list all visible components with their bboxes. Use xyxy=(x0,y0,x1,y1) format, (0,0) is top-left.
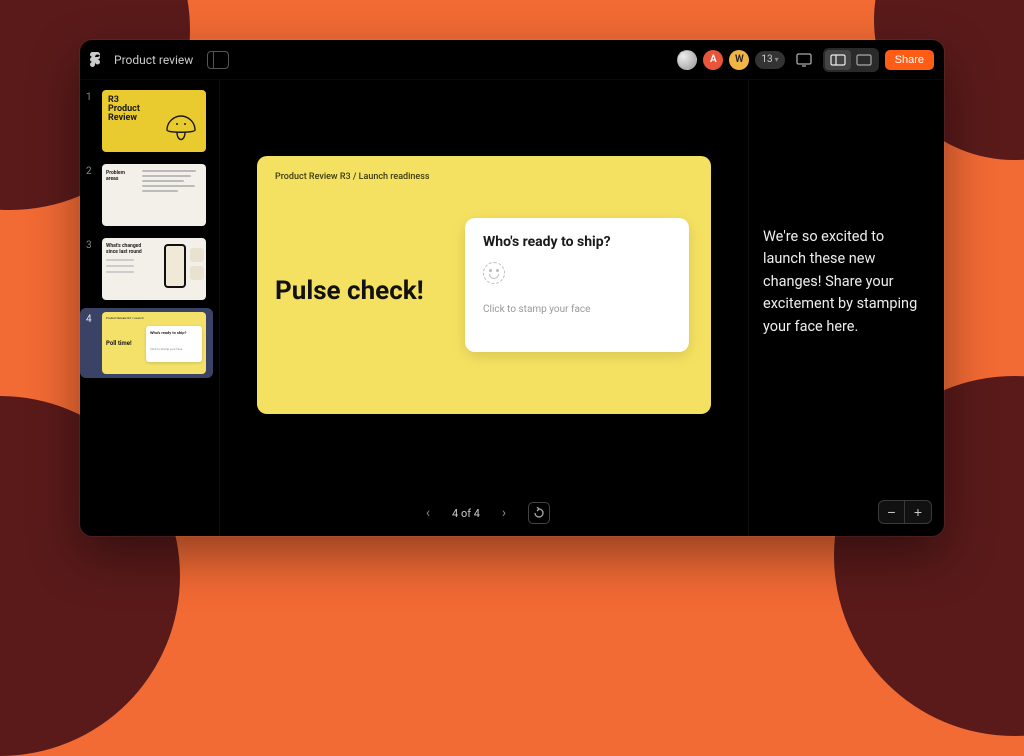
thumb-headline: Poll time! xyxy=(106,340,132,347)
restart-button[interactable] xyxy=(528,502,550,524)
prev-slide-button[interactable]: ‹ xyxy=(418,505,438,521)
zoom-out-button[interactable]: − xyxy=(879,501,905,523)
thumb-preview: What's changed since last round xyxy=(102,238,206,300)
toolbar: Product review A W 13 ▾ Share xyxy=(80,40,944,80)
slide-number: 1 xyxy=(86,90,96,152)
pager-label: 4 of 4 xyxy=(452,507,480,520)
slide-pager: ‹ 4 of 4 › xyxy=(220,490,748,536)
layout-mode-full[interactable] xyxy=(851,50,877,70)
thumb-preview: R3 Product Review xyxy=(102,90,206,152)
avatar[interactable]: W xyxy=(729,50,749,70)
viewer-count[interactable]: 13 ▾ xyxy=(755,51,784,69)
app-window: Product review A W 13 ▾ Share xyxy=(80,40,944,536)
zoom-in-button[interactable]: + xyxy=(905,501,931,523)
viewer-count-label: 13 xyxy=(761,54,772,65)
zoom-control: − + xyxy=(878,500,932,524)
poll-hint: Click to stamp your face xyxy=(483,304,671,315)
present-button[interactable] xyxy=(791,49,817,71)
thumb-title: Problem areas xyxy=(102,164,138,226)
speaker-notes-text[interactable]: We're so excited to launch these new cha… xyxy=(763,226,930,338)
slide-number: 2 xyxy=(86,164,96,226)
slide-thumbnail[interactable]: 4 Product Review R3 / Launch Poll time! … xyxy=(80,308,213,378)
poll-question: Who's ready to ship? xyxy=(483,234,671,250)
slide-canvas[interactable]: Product Review R3 / Launch readiness Pul… xyxy=(220,80,748,490)
current-slide: Product Review R3 / Launch readiness Pul… xyxy=(257,156,711,414)
layout-mode-segment xyxy=(823,48,879,72)
layout-mode-sidebar[interactable] xyxy=(825,50,851,70)
slide-number: 4 xyxy=(86,312,96,374)
next-slide-button[interactable]: › xyxy=(494,505,514,521)
share-button[interactable]: Share xyxy=(885,50,934,70)
slide-headline: Pulse check! xyxy=(275,276,424,306)
app-logo-icon[interactable] xyxy=(90,52,106,68)
slide-thumbnail[interactable]: 3 What's changed since last round xyxy=(80,234,213,304)
slide-number: 3 xyxy=(86,238,96,300)
avatar[interactable]: A xyxy=(703,50,723,70)
document-title[interactable]: Product review xyxy=(114,53,193,67)
toggle-left-panel-icon[interactable] xyxy=(207,51,229,69)
slide-breadcrumb: Product Review R3 / Launch readiness xyxy=(275,172,430,182)
thumb-title: What's changed since last round xyxy=(106,244,142,255)
thumb-title: R3 Product Review xyxy=(108,96,140,123)
avatar[interactable] xyxy=(677,50,697,70)
chevron-down-icon: ▾ xyxy=(775,55,779,64)
poll-card[interactable]: Who's ready to ship? Click to stamp your… xyxy=(465,218,689,352)
slide-thumbnail[interactable]: 1 R3 Product Review xyxy=(80,86,213,156)
face-stamp-icon[interactable] xyxy=(483,262,505,284)
speaker-notes-panel: We're so excited to launch these new cha… xyxy=(748,80,944,536)
slide-canvas-column: Product Review R3 / Launch readiness Pul… xyxy=(220,80,748,536)
slide-thumbnail[interactable]: 2 Problem areas xyxy=(80,160,213,230)
thumb-preview: Product Review R3 / Launch Poll time! Wh… xyxy=(102,312,206,374)
thumb-preview: Problem areas xyxy=(102,164,206,226)
slide-thumbnail-panel: 1 R3 Product Review 2 Problem areas 3 Wh… xyxy=(80,80,220,536)
